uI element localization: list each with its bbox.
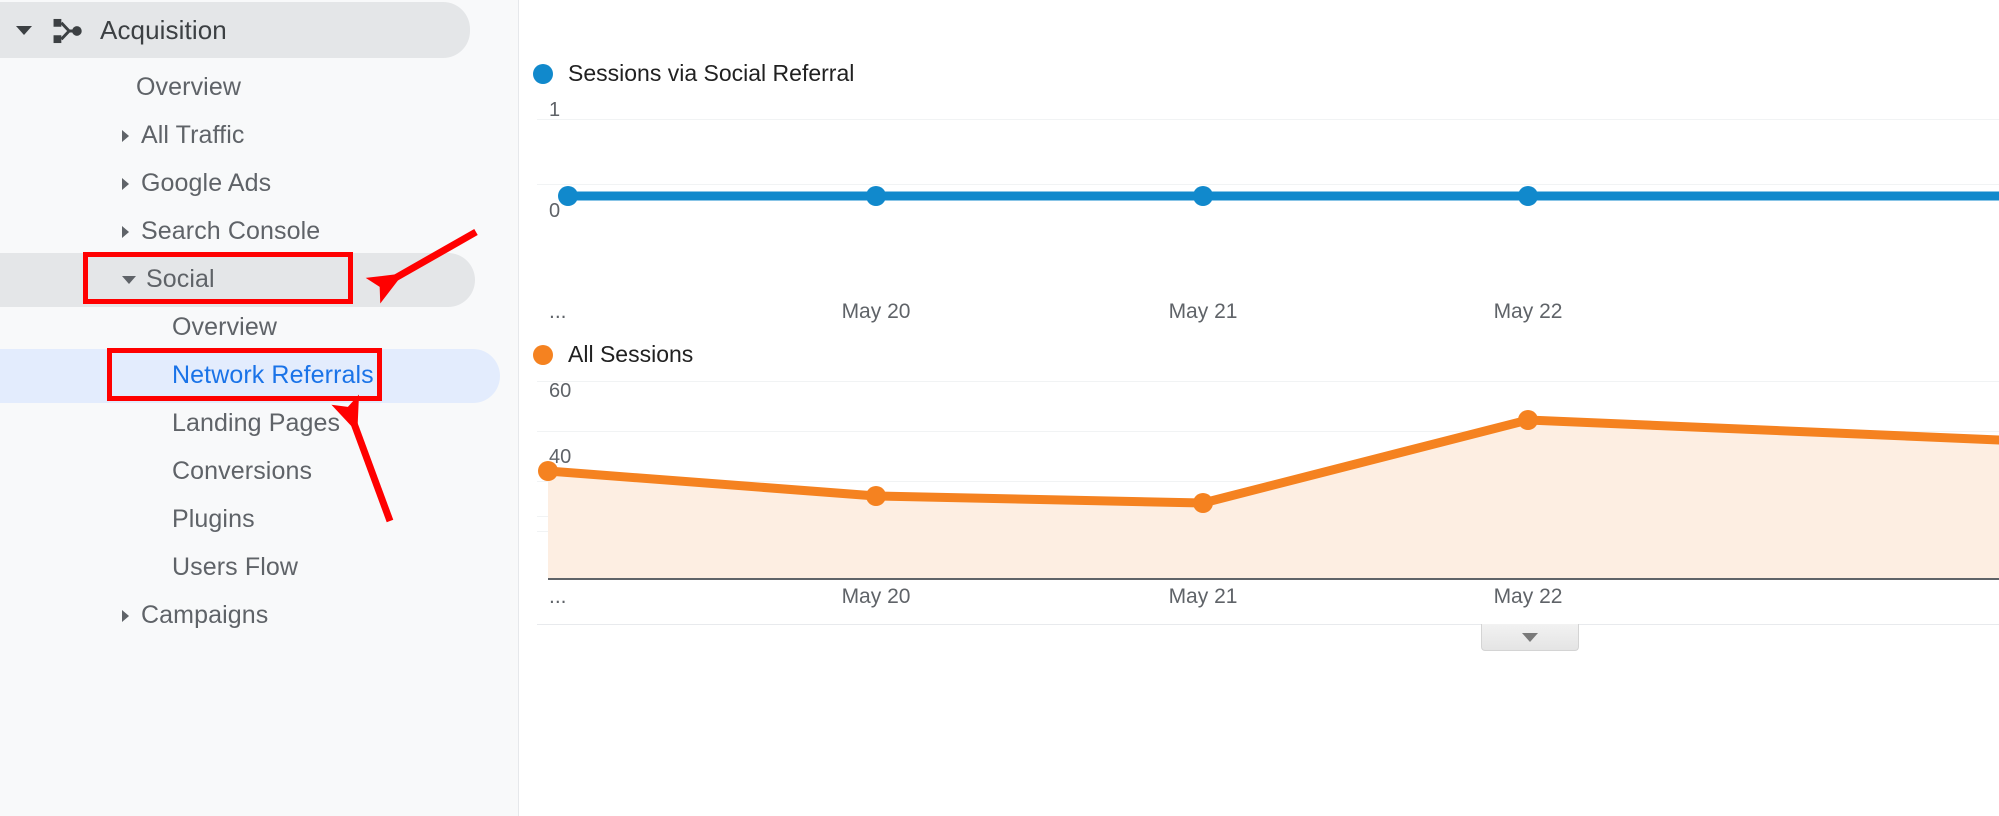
screenshot-root: Acquisition Overview All Traffic Google … <box>0 0 1999 816</box>
x-axis-tick: May 22 <box>1493 585 1563 608</box>
x-axis-tick: May 20 <box>841 585 911 608</box>
sidebar-item-label: Search Console <box>141 217 321 245</box>
chevron-down-icon <box>122 275 136 284</box>
x-axis-tick: May 22 <box>1493 300 1563 323</box>
sidebar-item-label: Google Ads <box>141 169 272 197</box>
sidebar-item-label: All Traffic <box>141 121 245 149</box>
sidebar-item-label: Conversions <box>172 457 313 485</box>
chevron-down-icon <box>16 26 32 35</box>
chevron-right-icon <box>122 177 129 190</box>
sidebar-item-campaigns[interactable]: Campaigns <box>0 585 519 646</box>
chart-series-area-orange <box>538 410 1999 579</box>
x-axis-tick: May 20 <box>841 300 911 323</box>
sidebar-item-label: Plugins <box>172 505 255 533</box>
sidebar-item-label: Campaigns <box>141 601 269 629</box>
x-axis-line <box>548 578 1999 580</box>
panel-divider <box>537 624 1999 625</box>
left-navigation-sidebar: Acquisition Overview All Traffic Google … <box>0 0 519 816</box>
chart-series-line-blue <box>558 186 1999 206</box>
chevron-right-icon <box>122 609 129 622</box>
sidebar-item-label: Social <box>146 265 215 293</box>
sidebar-item-label: Overview <box>136 73 241 101</box>
chevron-right-icon <box>122 129 129 142</box>
sidebar-item-label: Landing Pages <box>172 409 341 437</box>
sidebar-item-label: Users Flow <box>172 553 299 581</box>
sidebar-item-label: Overview <box>172 313 277 341</box>
sidebar-section-acquisition[interactable]: Acquisition <box>0 0 519 61</box>
network-share-icon <box>50 14 84 48</box>
x-axis-tick: May 21 <box>1168 300 1238 323</box>
x-axis-tick: May 21 <box>1168 585 1238 608</box>
collapse-chart-button[interactable] <box>1481 624 1579 651</box>
report-chart-panel: Sessions via Social Referral 1 0 ... May… <box>520 0 1999 816</box>
sidebar-item-label: Network Referrals <box>172 361 374 389</box>
x-axis-tick: ... <box>549 300 567 323</box>
chevron-down-icon <box>1522 632 1538 642</box>
sidebar-section-label: Acquisition <box>100 15 227 45</box>
x-axis-tick: ... <box>549 585 567 608</box>
chevron-right-icon <box>122 225 129 238</box>
